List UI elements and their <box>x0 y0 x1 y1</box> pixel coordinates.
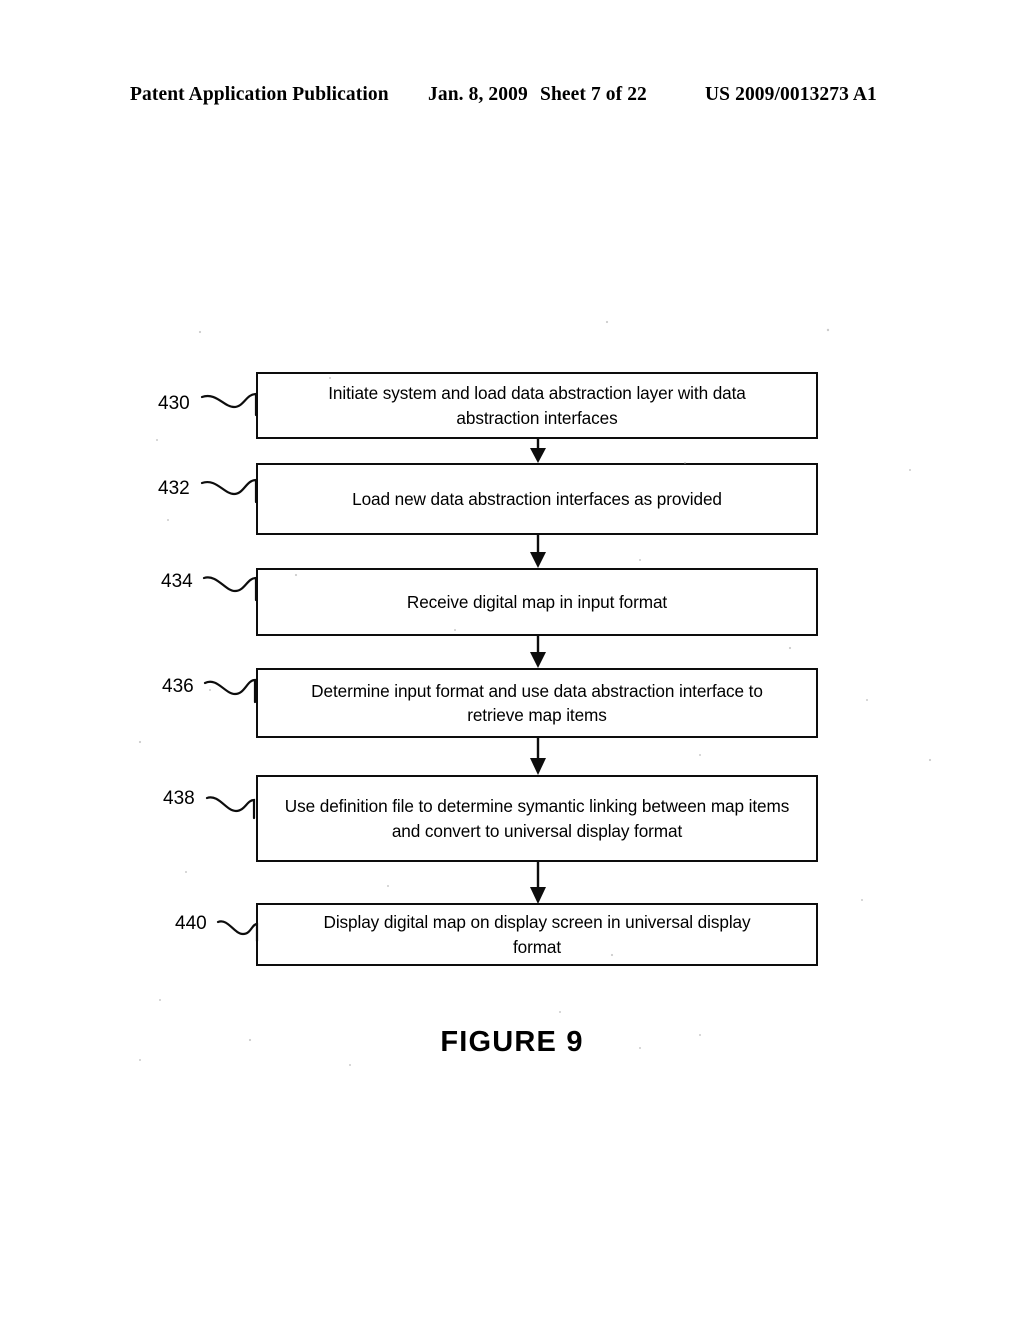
leader-line-436 <box>203 678 257 704</box>
flow-node-438: Use definition file to determine symanti… <box>256 775 818 862</box>
connector-432-434 <box>530 535 546 568</box>
leader-line-438 <box>205 796 256 820</box>
flow-node-432: Load new data abstraction interfaces as … <box>256 463 818 535</box>
flowchart-diagram: Initiate system and load data abstractio… <box>0 0 1024 1320</box>
figure-caption: FIGURE 9 <box>440 1026 584 1058</box>
connector-438-440 <box>530 862 546 904</box>
flow-node-440: Display digital map on display screen in… <box>256 903 818 966</box>
flow-node-436: Determine input format and use data abst… <box>256 668 818 738</box>
leader-line-440 <box>216 920 259 943</box>
flow-node-436-label: Determine input format and use data abst… <box>311 680 763 725</box>
leader-line-434 <box>202 576 258 602</box>
leader-line-430 <box>200 392 258 417</box>
connector-436-438 <box>530 738 546 775</box>
ref-label-440: 440 <box>175 913 207 934</box>
flow-node-434-label: Receive digital map in input format <box>406 591 668 612</box>
ref-label-430: 430 <box>158 393 190 414</box>
flow-node-432-label: Load new data abstraction interfaces as … <box>352 488 722 509</box>
connector-434-436 <box>530 636 546 668</box>
flow-node-430: Initiate system and load data abstractio… <box>256 372 818 439</box>
leader-line-432 <box>200 478 258 504</box>
flow-node-438-label: Use definition file to determine symanti… <box>284 796 790 841</box>
connector-430-432 <box>530 439 546 463</box>
ref-label-434: 434 <box>161 571 193 592</box>
ref-label-438: 438 <box>163 788 195 809</box>
flow-node-434: Receive digital map in input format <box>256 568 818 636</box>
flow-node-440-label: Display digital map on display screen in… <box>323 912 751 957</box>
flow-node-430-label: Initiate system and load data abstractio… <box>328 383 746 428</box>
ref-label-432: 432 <box>158 478 190 499</box>
ref-label-436: 436 <box>162 676 194 697</box>
